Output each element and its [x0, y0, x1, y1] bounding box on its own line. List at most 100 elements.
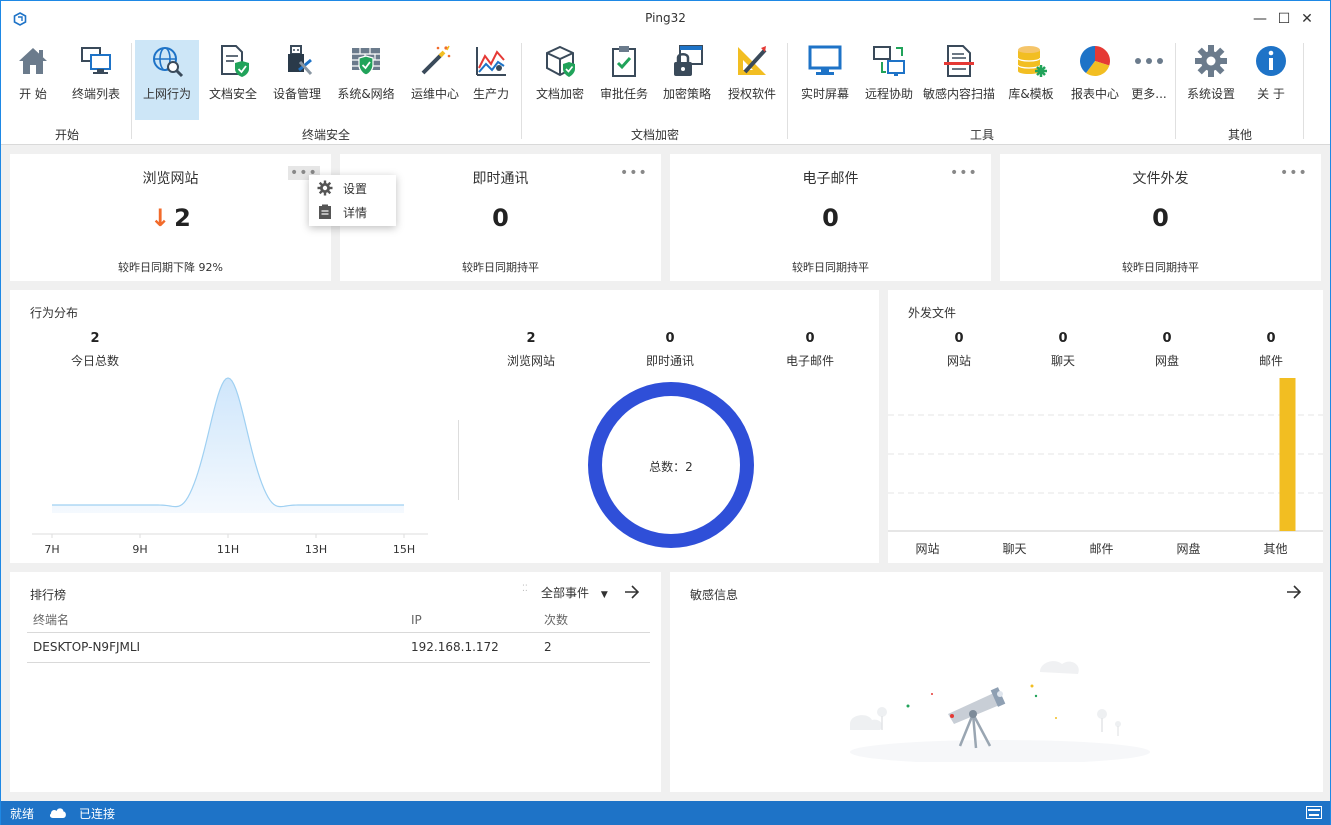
ribbon-start-label: 开 始	[19, 87, 47, 101]
x-tick-label: 邮件	[1089, 542, 1113, 556]
stat-value: 0	[805, 331, 815, 346]
ribbon-device-button[interactable]: 设备管理	[269, 40, 325, 120]
out-stat-chat: 0 聊天	[1013, 331, 1113, 369]
stat-label: 邮件	[1258, 354, 1283, 368]
monitor-icon	[808, 45, 842, 75]
ribbon-screen-button[interactable]: 实时屏幕	[797, 40, 853, 120]
ribbon-docenc-button[interactable]: 文档加密	[531, 40, 589, 120]
empty-state-telescope-illustration	[850, 661, 1150, 762]
ribbon-more-button[interactable]: 更多...	[1127, 40, 1171, 120]
hourly-area-chart: 7H 9H 11H 13H 15H	[32, 377, 428, 556]
ranking-table: 终端名 IP 次数 DESKTOP-N9FJMLI 192.168.1.172 …	[27, 608, 650, 663]
stat-label: 即时通讯	[645, 354, 694, 368]
ribbon-approve-button[interactable]: 审批任务	[597, 40, 651, 120]
window-lock-icon	[674, 45, 703, 76]
status-connected: 已连接	[79, 807, 116, 821]
stat-value: 0	[1058, 331, 1068, 346]
ribbon-report-button[interactable]: 报表中心	[1067, 40, 1123, 120]
trend-down-icon: ↓	[150, 204, 171, 232]
panel-title: 外发文件	[908, 306, 957, 320]
ribbon-encpolicy-button[interactable]: 加密策略	[659, 40, 715, 120]
column-header-terminal[interactable]: 终端名	[27, 608, 405, 633]
info-icon	[1256, 46, 1286, 76]
ribbon-lib-button[interactable]: 库&模板	[1003, 40, 1059, 120]
cell-terminal-name: DESKTOP-N9FJMLI	[27, 632, 405, 663]
ribbon-lib-label: 库&模板	[1008, 87, 1054, 101]
chevron-down-icon: ▼	[600, 590, 608, 600]
bar-其他	[1279, 378, 1296, 531]
ribbon-ops-button[interactable]: 运维中心	[407, 40, 463, 120]
ribbon-license-button[interactable]: 授权软件	[723, 40, 781, 120]
ribbon-scan-label: 敏感内容扫描	[922, 87, 995, 101]
ribbon-remote-button[interactable]: 远程协助	[861, 40, 917, 120]
x-tick-label: 网盘	[1176, 541, 1200, 556]
stat-label: 聊天	[1050, 354, 1075, 368]
card-browse: 浏览网站 ••• ↓ 2 较昨日同期下降 92%	[10, 154, 331, 281]
sensitive-panel: 敏感信息	[670, 572, 1323, 792]
ribbon-about-button[interactable]: 关 于	[1247, 40, 1295, 120]
arrow-right-icon[interactable]	[1286, 585, 1302, 599]
usb-tools-icon	[288, 45, 313, 76]
ranking-panel: 排行榜 ⁚⁚ 全部事件 ▼ 终端名 IP 次数 DESKTOP-N9FJMLI …	[10, 572, 661, 792]
ribbon-prod-label: 生产力	[472, 87, 509, 101]
x-tick-label: 聊天	[1002, 542, 1026, 556]
column-header-ip[interactable]: IP	[405, 608, 538, 633]
menu-item-label: 详情	[343, 205, 368, 220]
out-stat-mail: 0 邮件	[1221, 331, 1321, 369]
donut-center-label: 总数：2	[649, 460, 693, 474]
event-filter-dropdown[interactable]: 全部事件 ▼	[541, 584, 608, 601]
card-value-row: ↓ 2	[10, 204, 331, 232]
card-file-out: 文件外发 ••• 0 较昨日同期持平	[1000, 154, 1321, 281]
ribbon-ops-label: 运维中心	[410, 87, 459, 101]
ribbon-docsec-button[interactable]: 文档安全	[205, 40, 261, 120]
document-scan-icon	[944, 45, 974, 77]
today-total-stat: 2 今日总数	[45, 331, 145, 369]
ribbon-web-button[interactable]: 上网行为	[135, 40, 199, 120]
card-email: 电子邮件 ••• 0 较昨日同期持平	[670, 154, 991, 281]
stat-value: 0	[1162, 331, 1172, 346]
card-subtext: 较昨日同期持平	[792, 261, 869, 274]
menu-item-settings[interactable]: 设置	[309, 176, 396, 200]
x-tick-label: 网站	[915, 542, 939, 556]
stat-im: 0 即时通讯	[620, 331, 720, 369]
stat-value: 2	[90, 331, 100, 346]
gear-icon	[1195, 45, 1227, 77]
title-bar: Ping32 — ☐ ✕	[1, 1, 1330, 37]
close-button[interactable]: ✕	[1284, 1, 1330, 37]
out-stat-web: 0 网站	[909, 331, 1009, 369]
keyboard-icon[interactable]	[1306, 806, 1322, 819]
table-row[interactable]: DESKTOP-N9FJMLI 192.168.1.172 2	[27, 632, 650, 663]
drag-handle-icon[interactable]: ⁚⁚	[522, 584, 528, 594]
ribbon-terminals-button[interactable]: 终端列表	[67, 40, 125, 120]
database-icon	[1017, 46, 1047, 77]
stat-label: 今日总数	[70, 354, 119, 368]
card-subtext: 较昨日同期下降 92%	[118, 261, 223, 274]
clipboard-icon	[317, 204, 333, 220]
menu-item-details[interactable]: 详情	[309, 200, 396, 224]
ribbon-scan-button[interactable]: 敏感内容扫描	[921, 40, 997, 120]
menu-item-label: 设置	[343, 181, 368, 196]
ribbon-prod-button[interactable]: 生产力	[469, 40, 513, 120]
ribbon-screen-label: 实时屏幕	[800, 87, 849, 101]
stat-label: 网盘	[1154, 354, 1179, 368]
card-more-icon[interactable]: •••	[1280, 166, 1308, 180]
card-title: 浏览网站	[142, 171, 199, 187]
group-label-other: 其他	[1227, 128, 1252, 142]
card-subtext: 较昨日同期持平	[1122, 261, 1199, 274]
card-more-icon[interactable]: •••	[950, 166, 978, 180]
x-tick-label: 13H	[305, 543, 327, 556]
ribbon-sysnet-button[interactable]: 系统&网络	[333, 40, 399, 120]
magic-wand-icon	[421, 45, 451, 75]
monitors-icon	[81, 47, 111, 74]
card-more-icon[interactable]: •••	[620, 166, 648, 180]
ribbon-toolbar: 开 始 终端列表 上网行为 文档安全 设备管理 系统&网络 运维中心 生产力 文…	[1, 37, 1330, 145]
remote-desktop-icon	[873, 46, 905, 76]
group-label-doc-encryption: 文档加密	[630, 128, 679, 142]
panel-divider	[458, 420, 459, 500]
ribbon-start-button[interactable]: 开 始	[9, 40, 57, 120]
arrow-right-icon[interactable]	[624, 585, 640, 599]
close-icon: ✕	[1301, 11, 1313, 27]
column-header-count[interactable]: 次数	[538, 608, 650, 633]
ribbon-settings-button[interactable]: 系统设置	[1183, 40, 1239, 120]
ribbon-encpolicy-label: 加密策略	[662, 87, 711, 101]
